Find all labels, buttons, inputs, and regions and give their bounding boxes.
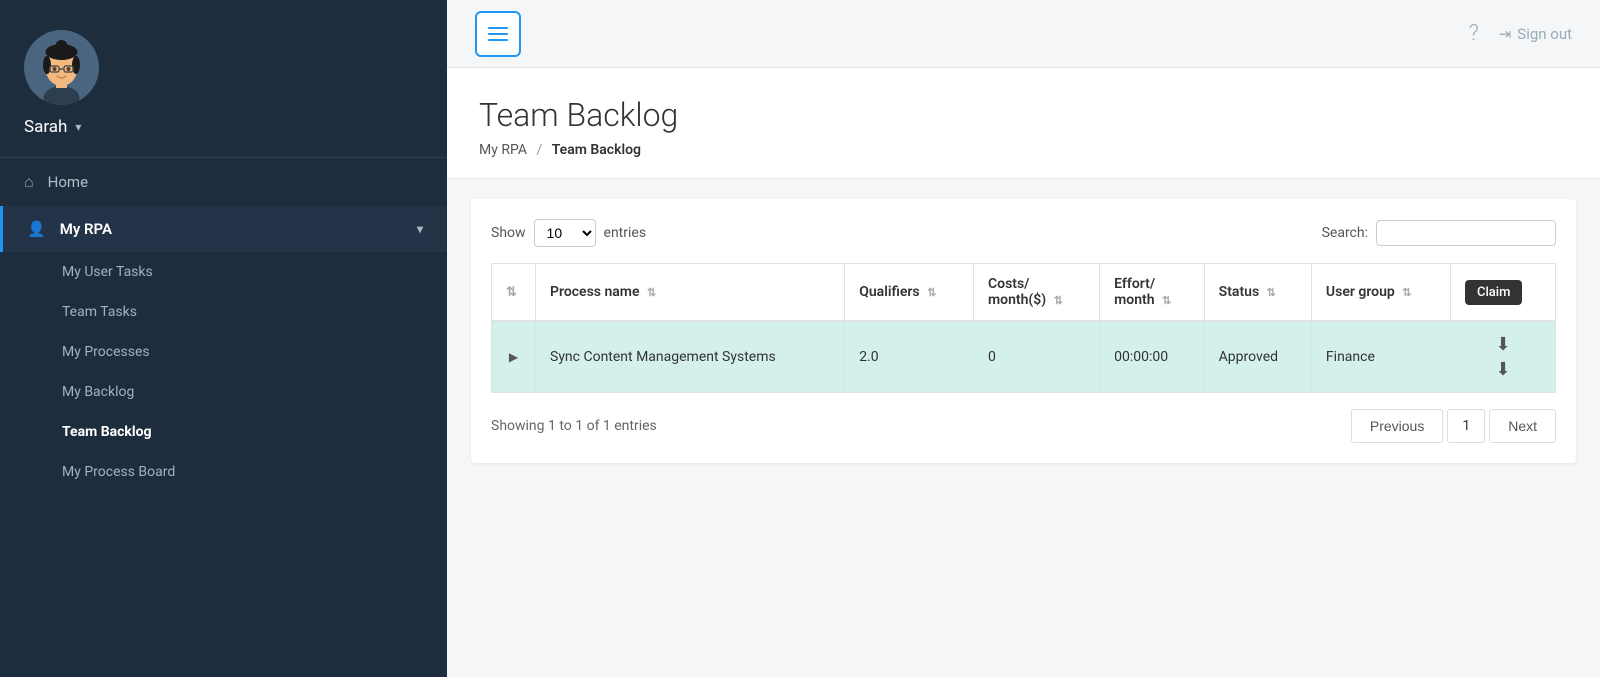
col-status[interactable]: Status ⇅ <box>1204 264 1311 322</box>
col-process-name[interactable]: Process name ⇅ <box>536 264 845 322</box>
topbar: ? ⇥ Sign out <box>447 0 1600 68</box>
sort-costs-icon: ⇅ <box>1054 294 1063 307</box>
col-costs-month[interactable]: Costs/month($) ⇅ <box>974 264 1100 322</box>
person-icon: 👤 <box>27 220 46 238</box>
table-body: ▶ Sync Content Management Systems 2.0 0 … <box>492 321 1556 393</box>
col-claim: Claim <box>1450 264 1555 322</box>
breadcrumb-separator: / <box>536 142 542 158</box>
hamburger-line-3 <box>488 39 508 41</box>
data-table: ⇅ Process name ⇅ Qualifiers ⇅ Costs/mont… <box>491 263 1556 393</box>
row-costs-month: 0 <box>974 321 1100 393</box>
sidebar-sub-label: My User Tasks <box>62 264 153 280</box>
sign-out-button[interactable]: ⇥ Sign out <box>1499 25 1572 43</box>
user-name: Sarah <box>24 117 67 137</box>
entries-label: entries <box>604 225 647 241</box>
table-footer: Showing 1 to 1 of 1 entries Previous 1 N… <box>491 409 1556 443</box>
show-entries-control: Show 10 25 50 100 entries <box>491 219 646 247</box>
sidebar-item-my-processes[interactable]: My Processes <box>0 332 447 372</box>
table-row: ▶ Sync Content Management Systems 2.0 0 … <box>492 321 1556 393</box>
col-qualifiers[interactable]: Qualifiers ⇅ <box>845 264 974 322</box>
row-status: Approved <box>1204 321 1311 393</box>
sort-status-icon: ⇅ <box>1267 286 1276 299</box>
page-title: Team Backlog <box>479 96 1568 134</box>
sign-out-arrow-icon: ⇥ <box>1499 25 1512 43</box>
search-input[interactable] <box>1376 220 1556 246</box>
search-label: Search: <box>1322 225 1368 241</box>
sidebar-sub-label: My Process Board <box>62 464 175 480</box>
page-content: Team Backlog My RPA / Team Backlog Show … <box>447 68 1600 677</box>
sidebar-item-home-label: Home <box>48 173 88 191</box>
next-button[interactable]: Next <box>1489 409 1556 443</box>
table-container: Show 10 25 50 100 entries Search: <box>471 199 1576 463</box>
entries-select[interactable]: 10 25 50 100 <box>534 219 596 247</box>
row-expand[interactable]: ▶ <box>492 321 536 393</box>
current-page: 1 <box>1447 409 1485 443</box>
claim-action-icon-2[interactable]: ⬇ <box>1495 359 1510 380</box>
help-icon[interactable]: ? <box>1469 21 1479 46</box>
search-control: Search: <box>1322 220 1556 246</box>
menu-toggle-button[interactable] <box>475 11 521 57</box>
row-actions: ⬇ ⬇ <box>1450 321 1555 393</box>
page-header: Team Backlog My RPA / Team Backlog <box>447 68 1600 179</box>
sort-qualifiers-icon: ⇅ <box>927 286 936 299</box>
sidebar-item-my-process-board[interactable]: My Process Board <box>0 452 447 492</box>
breadcrumb-current: Team Backlog <box>552 142 641 158</box>
breadcrumb-root[interactable]: My RPA <box>479 142 527 158</box>
row-qualifiers: 2.0 <box>845 321 974 393</box>
table-header: ⇅ Process name ⇅ Qualifiers ⇅ Costs/mont… <box>492 264 1556 322</box>
col-user-group[interactable]: User group ⇅ <box>1311 264 1450 322</box>
previous-button[interactable]: Previous <box>1351 409 1443 443</box>
topbar-right: ? ⇥ Sign out <box>1469 21 1572 46</box>
sidebar-item-my-rpa[interactable]: 👤 My RPA ▾ <box>0 206 447 252</box>
row-effort-month: 00:00:00 <box>1100 321 1205 393</box>
sort-user-group-icon: ⇅ <box>1402 286 1411 299</box>
sort-icon: ⇅ <box>506 285 517 300</box>
sidebar-section-label: My RPA <box>60 220 112 238</box>
claim-tooltip: Claim <box>1465 280 1522 305</box>
sidebar-item-home[interactable]: ⌂ Home <box>0 158 447 206</box>
claim-action-icon-1[interactable]: ⬇ <box>1495 334 1510 355</box>
showing-text: Showing 1 to 1 of 1 entries <box>491 418 657 434</box>
row-user-group: Finance <box>1311 321 1450 393</box>
sidebar-sub-label: My Processes <box>62 344 150 360</box>
table-controls: Show 10 25 50 100 entries Search: <box>491 219 1556 247</box>
sidebar-sub-label: Team Backlog <box>62 424 152 440</box>
home-icon: ⌂ <box>24 172 34 192</box>
sort-effort-icon: ⇅ <box>1162 294 1171 307</box>
breadcrumb: My RPA / Team Backlog <box>479 142 1568 158</box>
main-content: ? ⇥ Sign out Team Backlog My RPA / Team … <box>447 0 1600 677</box>
show-label: Show <box>491 225 526 241</box>
sidebar-item-my-backlog[interactable]: My Backlog <box>0 372 447 412</box>
row-process-name: Sync Content Management Systems <box>536 321 845 393</box>
sidebar-item-team-tasks[interactable]: Team Tasks <box>0 292 447 332</box>
section-chevron-icon: ▾ <box>417 222 423 236</box>
sidebar: Sarah ▾ ⌂ Home 👤 My RPA ▾ My User Tasks … <box>0 0 447 677</box>
sort-process-name-icon: ⇅ <box>647 286 656 299</box>
action-icons-container: ⬇ ⬇ <box>1465 334 1541 380</box>
sign-out-label: Sign out <box>1517 25 1572 43</box>
col-effort-month[interactable]: Effort/month ⇅ <box>1100 264 1205 322</box>
hamburger-line-1 <box>488 27 508 29</box>
hamburger-line-2 <box>488 33 508 35</box>
user-dropdown-icon: ▾ <box>75 120 81 134</box>
user-name-row[interactable]: Sarah ▾ <box>24 117 81 137</box>
sidebar-sub-label: Team Tasks <box>62 304 137 320</box>
pagination: Previous 1 Next <box>1351 409 1556 443</box>
avatar <box>24 30 99 105</box>
sidebar-item-my-user-tasks[interactable]: My User Tasks <box>0 252 447 292</box>
sidebar-sub-label: My Backlog <box>62 384 134 400</box>
sidebar-profile: Sarah ▾ <box>0 0 447 157</box>
col-expand: ⇅ <box>492 264 536 322</box>
sidebar-item-team-backlog[interactable]: Team Backlog <box>0 412 447 452</box>
